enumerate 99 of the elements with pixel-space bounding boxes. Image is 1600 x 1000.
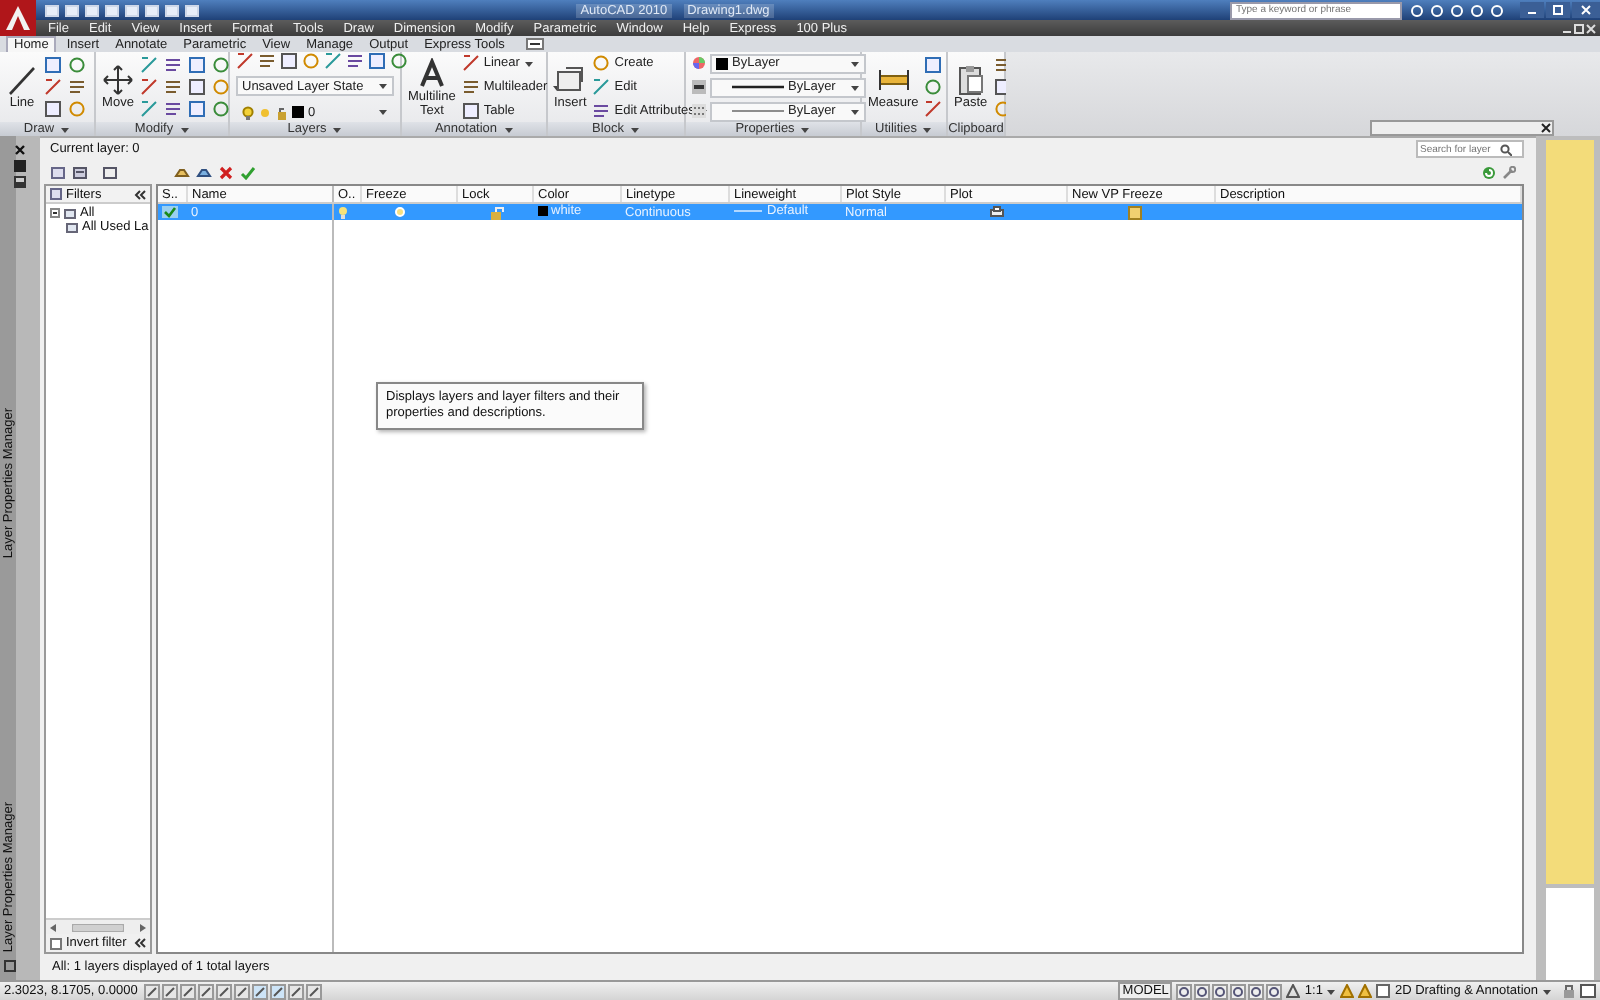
group-filter-icon[interactable] bbox=[72, 165, 88, 179]
block-icon bbox=[554, 64, 587, 96]
annotation-autoscale-icon[interactable] bbox=[1358, 984, 1373, 998]
checkbox[interactable] bbox=[50, 937, 62, 949]
printer-icon[interactable] bbox=[989, 206, 1003, 218]
maximize-icon[interactable] bbox=[1546, 2, 1570, 18]
line-sample-icon bbox=[732, 84, 784, 90]
annotation-scale-icon bbox=[1286, 984, 1301, 998]
drafting-toggle-icon[interactable] bbox=[144, 983, 160, 999]
lineweight-icon bbox=[692, 80, 706, 94]
drafting-toggle-icon[interactable] bbox=[270, 983, 286, 999]
tool-icon[interactable] bbox=[164, 56, 182, 74]
palette-icon[interactable] bbox=[4, 960, 16, 972]
letter-icon bbox=[415, 57, 448, 89]
search-icon bbox=[1500, 143, 1512, 155]
line-icon bbox=[6, 64, 38, 96]
tool-icon[interactable] bbox=[44, 78, 62, 96]
navigation-icon[interactable] bbox=[1176, 983, 1193, 999]
ruler-icon bbox=[877, 64, 910, 96]
navigation-icon[interactable] bbox=[1194, 983, 1211, 999]
caret-icon bbox=[1542, 987, 1552, 995]
drafting-toggle-icon[interactable] bbox=[288, 983, 304, 999]
ribbon-toggle-icon[interactable] bbox=[526, 38, 545, 50]
properties-icon[interactable] bbox=[14, 176, 26, 188]
caret-icon bbox=[850, 107, 860, 115]
linetype-icon bbox=[692, 104, 706, 118]
new-viewport-layer-icon[interactable] bbox=[196, 165, 212, 179]
drafting-toggle-icon[interactable] bbox=[180, 983, 196, 999]
close-icon[interactable] bbox=[1540, 122, 1552, 134]
tool-icon[interactable] bbox=[924, 100, 943, 118]
sun-icon bbox=[258, 105, 272, 119]
minimize-icon[interactable] bbox=[1520, 2, 1544, 18]
tool-icon[interactable] bbox=[993, 56, 1012, 74]
tool-icon[interactable] bbox=[324, 52, 342, 70]
restore-icon[interactable] bbox=[1574, 23, 1584, 33]
tool-icon[interactable] bbox=[140, 100, 158, 118]
tool-icon[interactable] bbox=[164, 100, 182, 118]
caret-icon bbox=[378, 108, 388, 116]
bulb-icon bbox=[242, 105, 254, 119]
tool-icon[interactable] bbox=[164, 78, 182, 96]
expander-icon[interactable] bbox=[50, 208, 60, 218]
tool-icon bbox=[592, 102, 611, 120]
tool-icon[interactable] bbox=[346, 52, 364, 70]
open-lock-icon[interactable] bbox=[489, 205, 503, 219]
new-filter-icon[interactable] bbox=[50, 165, 66, 179]
drafting-toggle-icon[interactable] bbox=[198, 983, 214, 999]
scrollbar-thumb[interactable] bbox=[72, 923, 124, 931]
filter-tree-icon bbox=[50, 188, 62, 200]
caret-icon bbox=[850, 83, 860, 91]
collapse-icon[interactable] bbox=[134, 938, 147, 948]
tool-icon bbox=[461, 102, 480, 120]
tool-icon bbox=[461, 78, 480, 96]
drafting-toggle-icon[interactable] bbox=[234, 983, 250, 999]
sun-icon[interactable] bbox=[393, 206, 405, 218]
color-wheel-icon bbox=[692, 56, 706, 70]
scroll-left-icon[interactable] bbox=[50, 923, 56, 931]
tool-icon[interactable] bbox=[68, 78, 86, 96]
navigation-icon[interactable] bbox=[1212, 983, 1229, 999]
color-swatch-icon bbox=[292, 106, 304, 118]
layer-states-icon[interactable] bbox=[102, 165, 118, 179]
delete-icon[interactable] bbox=[218, 165, 234, 179]
tool-icon[interactable] bbox=[258, 52, 276, 70]
workspace-icon bbox=[1376, 984, 1391, 998]
refresh-icon[interactable] bbox=[1482, 165, 1496, 179]
settings-icon[interactable] bbox=[1502, 165, 1516, 179]
checkmark-icon[interactable] bbox=[240, 165, 256, 179]
tool-icon bbox=[461, 54, 480, 72]
drafting-toggle-icon[interactable] bbox=[216, 983, 232, 999]
navigation-icon[interactable] bbox=[1230, 983, 1247, 999]
navigation-icon[interactable] bbox=[1266, 983, 1283, 999]
tool-icon[interactable] bbox=[236, 52, 254, 70]
color-swatch-icon bbox=[716, 57, 728, 69]
drafting-toggle-icon[interactable] bbox=[252, 983, 268, 999]
app-logo-icon[interactable] bbox=[0, 0, 36, 36]
drafting-toggle-icon[interactable] bbox=[306, 983, 322, 999]
clean-screen-icon[interactable] bbox=[1580, 984, 1596, 998]
new-layer-icon[interactable] bbox=[174, 165, 190, 179]
caret-icon bbox=[850, 59, 860, 67]
tool-icon[interactable] bbox=[140, 56, 158, 74]
line-sample-icon bbox=[732, 108, 784, 114]
caret-icon bbox=[378, 82, 388, 90]
tool-icon bbox=[592, 78, 611, 96]
clipboard-icon bbox=[954, 64, 987, 96]
scroll-right-icon[interactable] bbox=[140, 923, 146, 931]
navigation-icon[interactable] bbox=[1248, 983, 1265, 999]
drawing-area bbox=[1546, 888, 1594, 980]
caret-icon bbox=[523, 59, 534, 67]
drafting-toggle-icon[interactable] bbox=[162, 983, 178, 999]
lineweight-sample-icon bbox=[733, 208, 761, 215]
lock-icon bbox=[276, 105, 288, 119]
close-icon[interactable] bbox=[1572, 2, 1600, 18]
move-arrows-icon bbox=[102, 64, 134, 96]
tool-icon bbox=[592, 54, 611, 72]
collapse-icon[interactable] bbox=[134, 189, 146, 199]
tool-icon[interactable] bbox=[140, 78, 158, 96]
close-icon[interactable] bbox=[14, 144, 26, 156]
annotation-visibility-icon[interactable] bbox=[1340, 984, 1355, 998]
caret-icon bbox=[1326, 987, 1337, 995]
lock-icon[interactable] bbox=[1562, 984, 1576, 998]
